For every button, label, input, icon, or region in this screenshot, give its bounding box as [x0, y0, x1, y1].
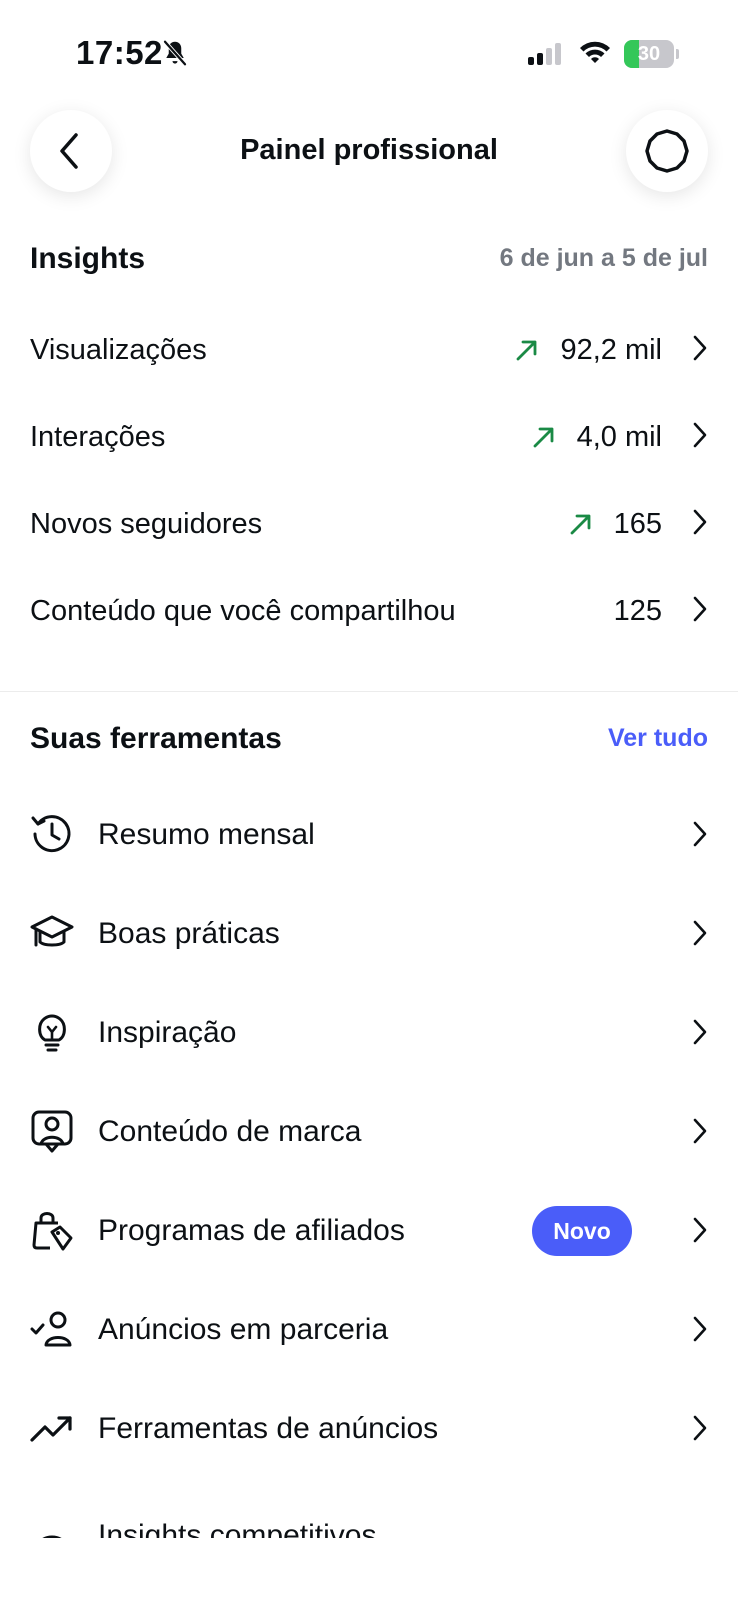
tool-label: Ferramentas de anúncios [98, 1412, 439, 1445]
branded-content-icon [30, 1109, 74, 1153]
metric-row-views[interactable]: Visualizações 92,2 mil [30, 320, 708, 380]
chevron-right-icon [692, 334, 708, 367]
tool-label: Boas práticas [98, 917, 280, 950]
chevron-right-icon [692, 1414, 708, 1447]
settings-button[interactable] [626, 110, 708, 192]
tool-row-ad-tools[interactable]: Ferramentas de anúncios [30, 1392, 708, 1464]
tool-label: Conteúdo de marca [98, 1115, 362, 1148]
section-divider [0, 691, 738, 692]
insights-title: Insights [30, 242, 146, 275]
metric-row-interactions[interactable]: Interações 4,0 mil [30, 407, 708, 467]
metric-value: 92,2 mil [560, 333, 662, 366]
tools-title: Suas ferramentas [30, 722, 282, 755]
chevron-right-icon [692, 1216, 708, 1249]
history-clock-icon [30, 812, 74, 856]
tool-row-inspiration[interactable]: Inspiração [30, 996, 708, 1068]
wifi-icon [578, 38, 612, 71]
trend-up-icon [568, 511, 594, 537]
bell-slash-icon [160, 38, 190, 73]
chevron-right-icon [692, 1117, 708, 1150]
gear-icon [645, 129, 689, 173]
shopping-bag-tag-icon [30, 1208, 74, 1252]
metric-label: Visualizações [30, 334, 207, 366]
date-range: 6 de jun a 5 de jul [499, 244, 708, 272]
chevron-right-icon [692, 820, 708, 853]
metric-label: Interações [30, 421, 166, 453]
trend-up-icon [514, 337, 540, 363]
insights-header: Insights 6 de jun a 5 de jul [30, 242, 708, 282]
chevron-right-icon [692, 595, 708, 628]
tool-label: Anúncios em parceria [98, 1313, 389, 1346]
tool-row-competitive-insights[interactable]: Insights competitivos [30, 1515, 708, 1538]
trending-up-icon [30, 1406, 74, 1450]
status-bar: 17:52 30 [0, 0, 738, 100]
battery-level: 30 [637, 43, 661, 65]
new-badge: Novo [532, 1206, 632, 1256]
metric-label: Novos seguidores [30, 508, 263, 540]
chevron-right-icon [692, 421, 708, 454]
trend-up-icon [531, 424, 557, 450]
metric-label: Conteúdo que você compartilhou [30, 595, 456, 627]
battery-charging-icon: 30 [624, 40, 679, 68]
tool-label: Inspiração [98, 1016, 237, 1049]
graduation-cap-icon [30, 911, 74, 955]
chevron-right-icon [692, 1315, 708, 1348]
tool-label: Programas de afiliados [98, 1214, 405, 1247]
metric-value: 125 [613, 594, 662, 627]
metric-value: 4,0 mil [576, 420, 662, 453]
status-time: 17:52 [76, 34, 163, 71]
gauge-icon [30, 1525, 74, 1538]
metric-row-new-followers[interactable]: Novos seguidores 165 [30, 494, 708, 554]
see-all-link[interactable]: Ver tudo [608, 724, 708, 753]
person-check-icon [30, 1307, 74, 1351]
tool-row-partnership-ads[interactable]: Anúncios em parceria [30, 1293, 708, 1365]
tool-label: Resumo mensal [98, 818, 315, 851]
tool-row-monthly-recap[interactable]: Resumo mensal [30, 798, 708, 870]
metric-row-content-shared[interactable]: Conteúdo que você compartilhou 125 [30, 581, 708, 641]
chevron-right-icon [692, 508, 708, 541]
tool-row-best-practices[interactable]: Boas práticas [30, 897, 708, 969]
chevron-right-icon [692, 1018, 708, 1051]
metric-value: 165 [613, 507, 662, 540]
cellular-signal-icon [528, 42, 566, 73]
header: Painel profissional [0, 110, 738, 194]
tools-header: Suas ferramentas Ver tudo [30, 722, 708, 762]
tool-label: Insights competitivos [98, 1519, 377, 1538]
lightbulb-icon [30, 1010, 74, 1054]
tool-row-affiliate-programs[interactable]: Programas de afiliados Novo [30, 1194, 708, 1266]
tool-row-branded-content[interactable]: Conteúdo de marca [30, 1095, 708, 1167]
chevron-right-icon [692, 919, 708, 952]
